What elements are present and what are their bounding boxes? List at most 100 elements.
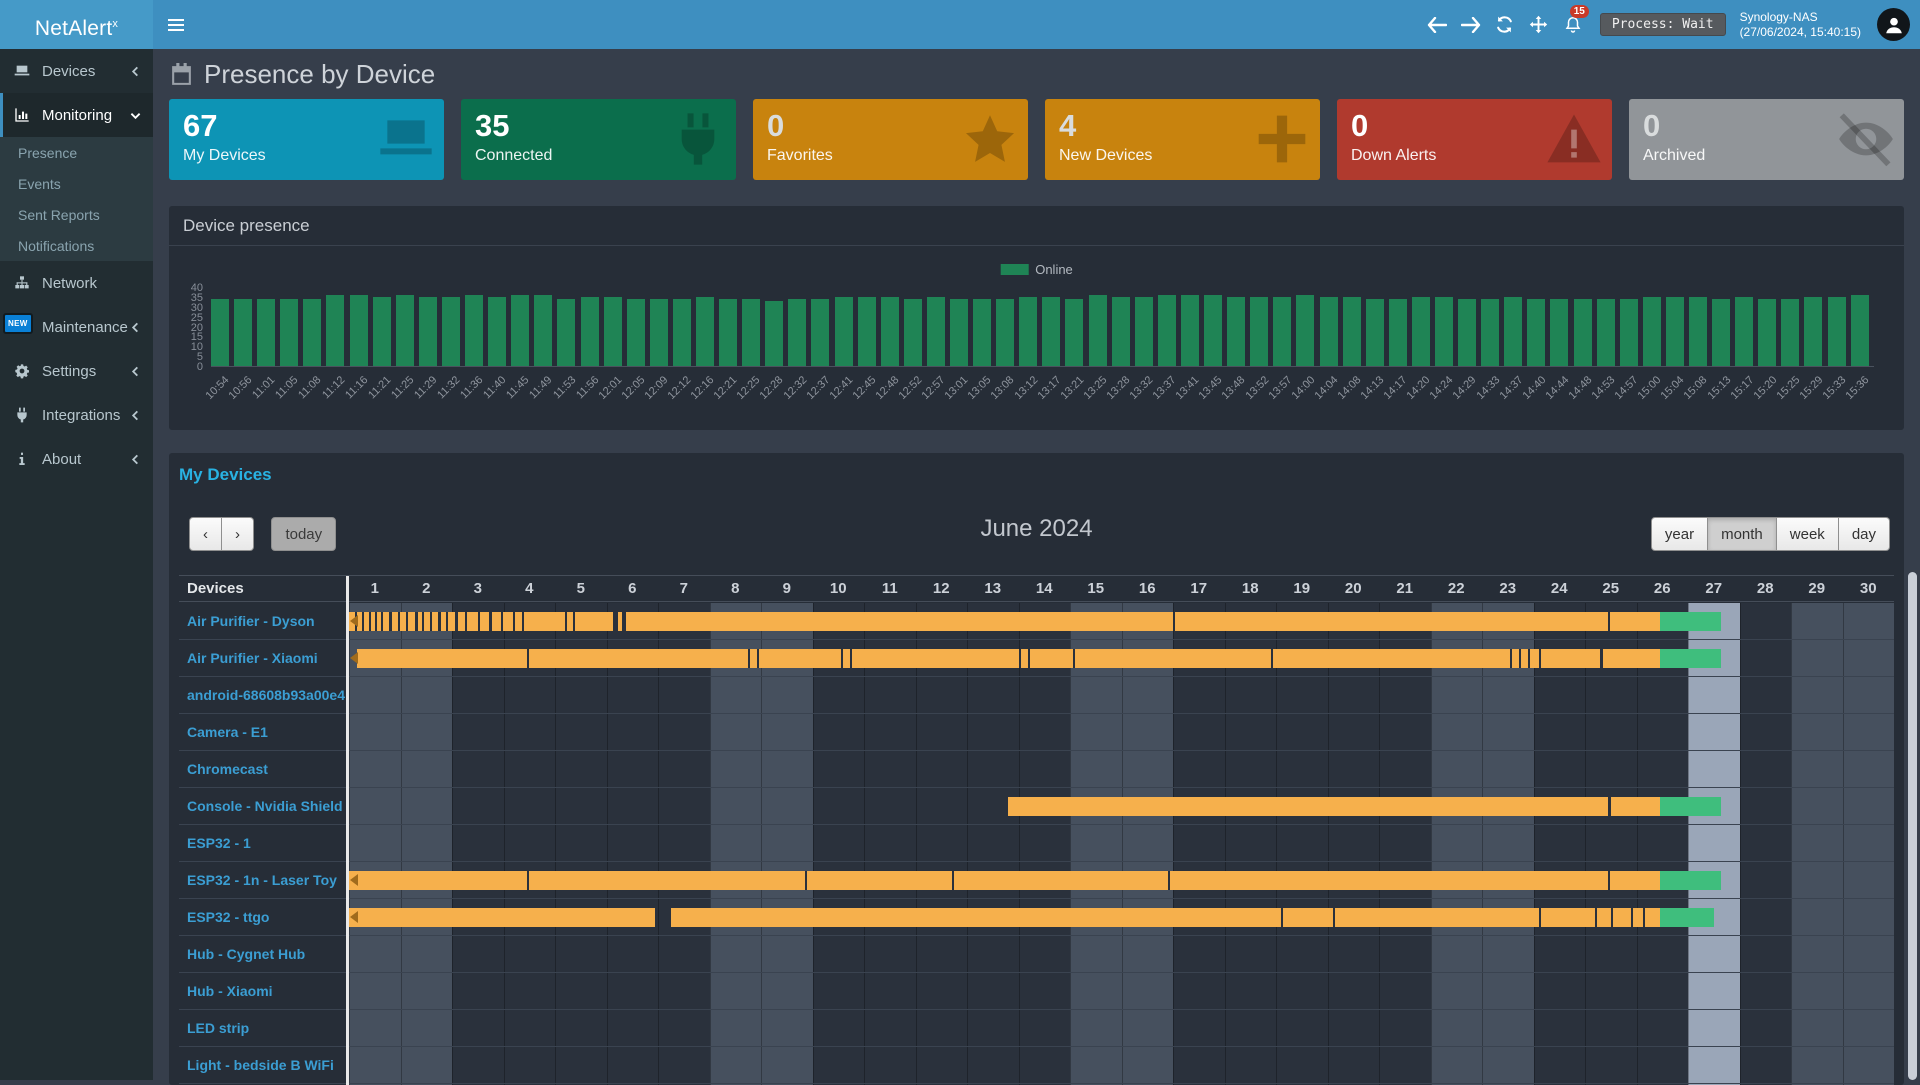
presence-bar-online-now[interactable]: [1660, 908, 1714, 927]
sidebar-subitem-notifications[interactable]: Notifications: [0, 230, 153, 261]
chart-bar[interactable]: [1689, 297, 1707, 366]
chart-bar[interactable]: [1343, 297, 1361, 366]
chart-bar[interactable]: [581, 297, 599, 366]
calendar-view-week-button[interactable]: week: [1777, 517, 1839, 551]
device-name-link[interactable]: android-68608b93a00e4: [179, 677, 346, 713]
refresh-icon[interactable]: [1488, 0, 1522, 49]
chart-bar[interactable]: [1828, 297, 1846, 366]
presence-bar-online[interactable]: [349, 612, 1660, 631]
chart-bar[interactable]: [234, 299, 252, 366]
chart-bar[interactable]: [835, 297, 853, 366]
chart-bar[interactable]: [1389, 299, 1407, 366]
device-name-link[interactable]: ESP32 - 1: [179, 825, 346, 861]
chart-bar[interactable]: [557, 299, 575, 366]
user-avatar[interactable]: [1877, 8, 1910, 41]
chart-bar[interactable]: [1574, 299, 1592, 366]
chart-bar[interactable]: [927, 297, 945, 366]
sidebar-subitem-presence[interactable]: Presence: [0, 137, 153, 168]
column-resize-divider[interactable]: [346, 576, 349, 1085]
presence-bar-online-now[interactable]: [1660, 612, 1722, 631]
chart-bar[interactable]: [488, 297, 506, 366]
chart-bar[interactable]: [742, 299, 760, 366]
sidebar-item-about[interactable]: About: [0, 437, 153, 481]
chart-bar[interactable]: [1320, 297, 1338, 366]
chart-bar[interactable]: [811, 299, 829, 366]
chart-bar[interactable]: [673, 299, 691, 366]
chart-bar[interactable]: [280, 299, 298, 366]
chart-bar[interactable]: [442, 297, 460, 366]
chart-bar[interactable]: [719, 299, 737, 366]
chart-bar[interactable]: [1666, 297, 1684, 366]
chart-bar[interactable]: [1620, 299, 1638, 366]
device-name-link[interactable]: Air Purifier - Dyson: [179, 603, 346, 639]
chart-bar[interactable]: [1181, 295, 1199, 366]
chart-bar[interactable]: [1135, 297, 1153, 366]
sidebar-item-monitoring[interactable]: Monitoring: [0, 93, 153, 137]
chart-bar[interactable]: [1204, 295, 1222, 366]
chart-bar[interactable]: [650, 299, 668, 366]
sidebar-item-devices[interactable]: Devices: [0, 49, 153, 93]
device-name-link[interactable]: Chromecast: [179, 751, 346, 787]
chart-bar[interactable]: [1250, 297, 1268, 366]
presence-bar-online[interactable]: [357, 649, 1660, 668]
sidebar-toggle-button[interactable]: [153, 0, 199, 49]
card-archived[interactable]: 0Archived: [1629, 99, 1904, 180]
chart-bar[interactable]: [904, 299, 922, 366]
chart-bar[interactable]: [1366, 299, 1384, 366]
vertical-scrollbar[interactable]: [1908, 572, 1917, 1080]
chart-bar[interactable]: [950, 299, 968, 366]
device-name-link[interactable]: ESP32 - 1n - Laser Toy: [179, 862, 346, 898]
chart-bar[interactable]: [1712, 299, 1730, 366]
chart-bar[interactable]: [419, 297, 437, 366]
presence-bar-online[interactable]: [671, 908, 1660, 927]
chart-bar[interactable]: [1158, 295, 1176, 366]
chart-bar[interactable]: [1435, 297, 1453, 366]
sidebar-subitem-events[interactable]: Events: [0, 168, 153, 199]
chart-bar[interactable]: [604, 297, 622, 366]
device-name-link[interactable]: Hub - Xiaomi: [179, 973, 346, 1009]
card-connected[interactable]: 35Connected: [461, 99, 736, 180]
chart-bar[interactable]: [1804, 297, 1822, 366]
nav-back-icon[interactable]: [1420, 0, 1454, 49]
chart-bar[interactable]: [350, 295, 368, 366]
chart-bar[interactable]: [326, 295, 344, 366]
chart-bar[interactable]: [511, 295, 529, 366]
card-my-devices[interactable]: 67My Devices: [169, 99, 444, 180]
chart-bar[interactable]: [1735, 297, 1753, 366]
device-name-link[interactable]: Console - Nvidia Shield T: [179, 788, 346, 824]
sidebar-item-network[interactable]: Network: [0, 261, 153, 305]
sidebar-item-integrations[interactable]: Integrations: [0, 393, 153, 437]
chart-bar[interactable]: [1597, 299, 1615, 366]
chart-bar[interactable]: [996, 299, 1014, 366]
nav-forward-icon[interactable]: [1454, 0, 1488, 49]
presence-bar-online[interactable]: [349, 871, 1660, 890]
chart-bar[interactable]: [973, 299, 991, 366]
calendar-view-month-button[interactable]: month: [1708, 517, 1777, 551]
chart-bar[interactable]: [1550, 299, 1568, 366]
chart-bar[interactable]: [1065, 299, 1083, 366]
app-logo[interactable]: NetAlertx: [0, 0, 153, 49]
device-name-link[interactable]: ESP32 - ttgo: [179, 899, 346, 935]
presence-bar-online[interactable]: [1008, 797, 1659, 816]
chart-bar[interactable]: [1089, 295, 1107, 366]
chart-bar[interactable]: [1758, 299, 1776, 366]
chart-bar[interactable]: [788, 299, 806, 366]
chart-bar[interactable]: [1412, 297, 1430, 366]
calendar-view-day-button[interactable]: day: [1839, 517, 1890, 551]
presence-bar-online[interactable]: [349, 908, 655, 927]
chart-bar[interactable]: [858, 297, 876, 366]
chart-bar[interactable]: [1851, 295, 1869, 366]
chart-bar[interactable]: [1112, 297, 1130, 366]
chart-bar[interactable]: [1504, 297, 1522, 366]
calendar-view-year-button[interactable]: year: [1651, 517, 1708, 551]
presence-bar-online-now[interactable]: [1660, 649, 1722, 668]
chart-bar[interactable]: [465, 295, 483, 366]
chart-bar[interactable]: [396, 295, 414, 366]
card-down-alerts[interactable]: 0Down Alerts: [1337, 99, 1612, 180]
chart-bar[interactable]: [627, 299, 645, 366]
device-name-link[interactable]: LED strip: [179, 1010, 346, 1046]
sidebar-subitem-sent-reports[interactable]: Sent Reports: [0, 199, 153, 230]
chart-bar[interactable]: [303, 299, 321, 366]
device-name-link[interactable]: Hub - Cygnet Hub: [179, 936, 346, 972]
sidebar-item-maintenance[interactable]: NEWMaintenance: [0, 305, 153, 349]
